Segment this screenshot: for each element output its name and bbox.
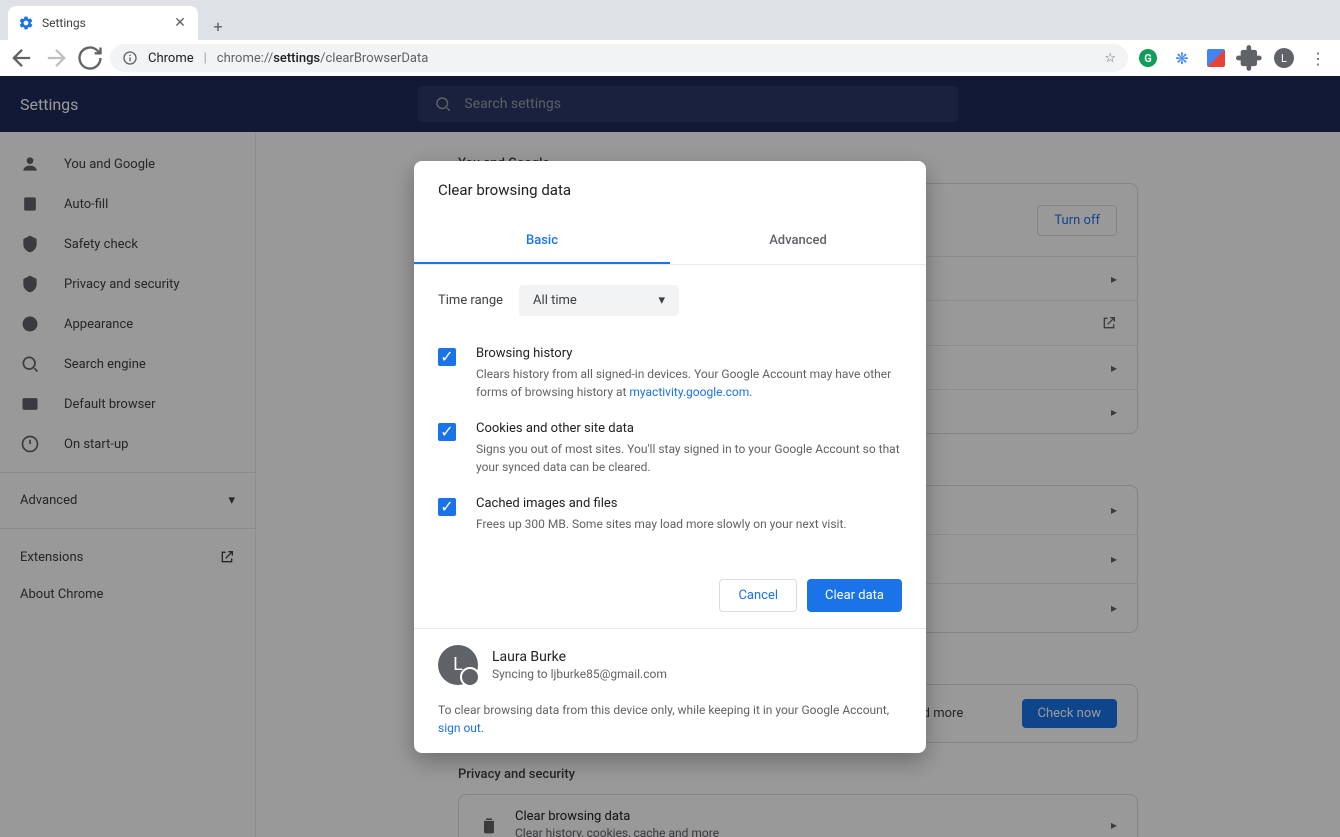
url-separator: | <box>204 51 207 66</box>
extension-grammarly-icon[interactable]: G <box>1134 44 1162 72</box>
close-icon[interactable]: ✕ <box>172 15 188 31</box>
omnibox[interactable]: Chrome | chrome://settings/clearBrowserD… <box>110 44 1128 72</box>
modal-title: Clear browsing data <box>414 161 926 219</box>
gear-icon <box>18 15 34 31</box>
check-browsing-history[interactable]: ✓ Browsing history Clears history from a… <box>438 336 902 411</box>
modal-profile-name: Laura Burke <box>492 649 667 665</box>
site-info-icon[interactable] <box>122 50 138 66</box>
settings-page: Settings Search settings You and Google … <box>0 76 1340 837</box>
url-text: chrome://settings/clearBrowserData <box>217 51 429 66</box>
extensions-icon[interactable] <box>1236 44 1264 72</box>
profile-avatar-button[interactable]: L <box>1270 44 1298 72</box>
url-scheme: Chrome <box>148 51 194 66</box>
extension-translate-icon[interactable] <box>1202 44 1230 72</box>
bookmark-icon[interactable]: ☆ <box>1104 51 1116 66</box>
sign-out-link[interactable]: sign out. <box>438 721 484 735</box>
chevron-down-icon: ▾ <box>659 293 666 308</box>
tab-advanced[interactable]: Advanced <box>670 219 926 264</box>
modal-profile-email: Syncing to ljburke85@gmail.com <box>492 667 667 681</box>
checkbox[interactable]: ✓ <box>438 498 456 516</box>
toolbar: Chrome | chrome://settings/clearBrowserD… <box>0 40 1340 76</box>
clear-data-button[interactable]: Clear data <box>807 579 902 612</box>
checkbox[interactable]: ✓ <box>438 348 456 366</box>
time-range-select[interactable]: All time▾ <box>519 285 679 316</box>
avatar: L <box>438 645 478 685</box>
back-button[interactable] <box>8 44 36 72</box>
myactivity-link[interactable]: myactivity.google.com. <box>629 385 752 399</box>
menu-icon[interactable]: ⋮ <box>1304 44 1332 72</box>
checkbox[interactable]: ✓ <box>438 423 456 441</box>
forward-button[interactable] <box>42 44 70 72</box>
new-tab-button[interactable]: + <box>204 12 232 40</box>
time-range-label: Time range <box>438 293 503 308</box>
tab-strip: Settings ✕ + <box>0 0 1340 40</box>
extension-settings-icon[interactable]: ❋ <box>1168 44 1196 72</box>
tab-basic[interactable]: Basic <box>414 219 670 264</box>
clear-data-modal: Clear browsing data Basic Advanced Time … <box>414 161 926 753</box>
reload-button[interactable] <box>76 44 104 72</box>
modal-note: To clear browsing data from this device … <box>438 701 902 737</box>
cancel-button[interactable]: Cancel <box>719 579 797 612</box>
browser-tab[interactable]: Settings ✕ <box>8 6 198 40</box>
tab-title: Settings <box>42 16 164 30</box>
check-cookies[interactable]: ✓ Cookies and other site data Signs you … <box>438 411 902 486</box>
modal-tabs: Basic Advanced <box>414 219 926 265</box>
check-cached[interactable]: ✓ Cached images and files Frees up 300 M… <box>438 486 902 543</box>
